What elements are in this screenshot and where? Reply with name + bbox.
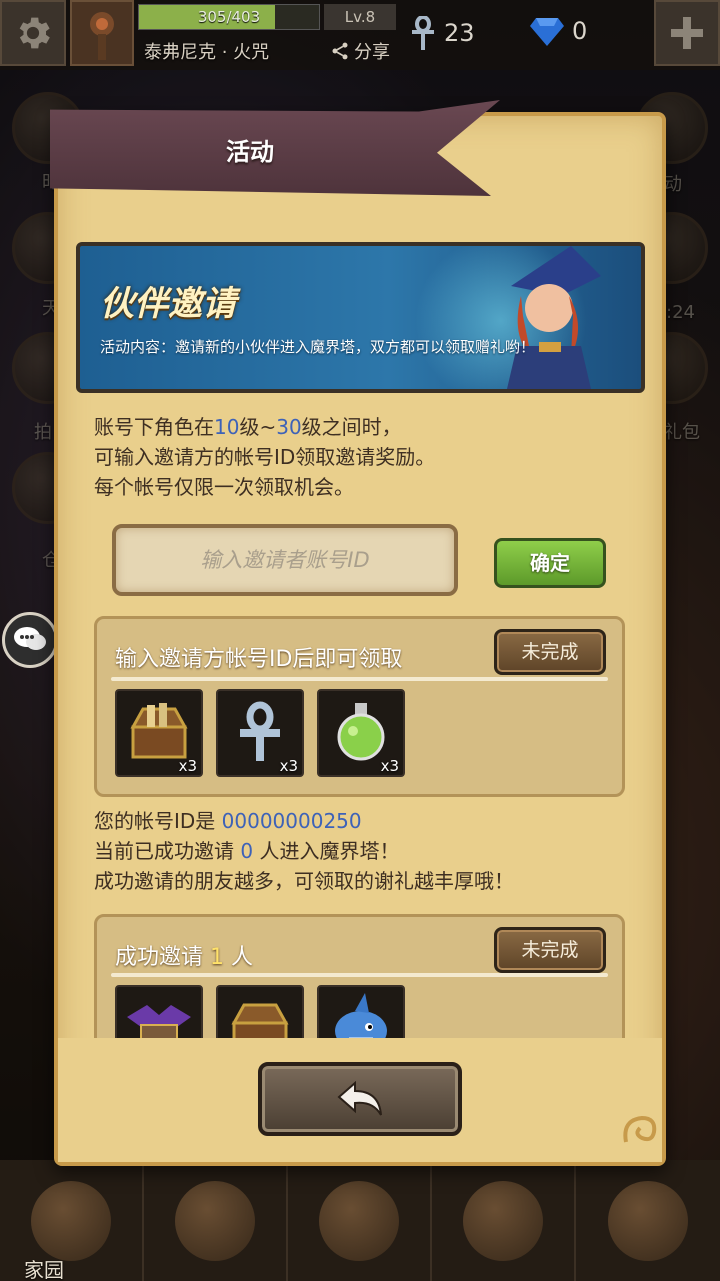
nav-target[interactable] bbox=[432, 1160, 576, 1281]
item-qty: x3 bbox=[279, 757, 298, 775]
divider bbox=[111, 677, 608, 681]
chat-button[interactable] bbox=[2, 612, 58, 668]
invite-count-line: 当前已成功邀请 0 人进入魔界塔！ bbox=[94, 839, 400, 863]
campfire-icon bbox=[31, 1180, 111, 1261]
back-button[interactable] bbox=[258, 1062, 462, 1136]
exp-bar: 305/403 bbox=[138, 4, 320, 30]
torch-avatar-icon bbox=[90, 12, 114, 60]
banner-title: 伙伴邀请 bbox=[100, 284, 236, 324]
return-arrow-icon bbox=[337, 1081, 382, 1116]
rules-line-2: 可输入邀请方的帐号ID领取邀请奖励。 bbox=[94, 445, 436, 469]
inviter-id-input-scroll bbox=[112, 524, 458, 596]
gem-currency: 0 bbox=[530, 16, 587, 46]
player-name: 泰弗尼克 · 火咒 bbox=[144, 42, 270, 63]
add-currency-button[interactable] bbox=[654, 0, 720, 66]
player-level: Lv.8 bbox=[324, 4, 396, 30]
confirm-button[interactable]: 确定 bbox=[494, 538, 606, 588]
gem-count: 0 bbox=[572, 17, 588, 45]
chat-icon bbox=[14, 627, 46, 650]
diamond-icon bbox=[530, 18, 564, 46]
event-rules: 账号下角色在10级~30级之间时， 可输入邀请方的帐号ID领取邀请奖励。 每个帐… bbox=[94, 412, 435, 502]
treasure-chest-icon bbox=[231, 1003, 289, 1038]
reward-item-3[interactable] bbox=[317, 985, 405, 1038]
banner-description: 活动内容：邀请新的小伙伴进入魔界塔，双方都可以领取赠礼哟！ bbox=[100, 338, 536, 356]
nav-home[interactable] bbox=[0, 1160, 144, 1281]
nav-hero[interactable] bbox=[144, 1160, 288, 1281]
reward-status-button[interactable]: 未完成 bbox=[494, 629, 606, 675]
bottom-nav bbox=[0, 1160, 720, 1281]
top-bar: 305/403 Lv.8 泰弗尼克 · 火咒 分享 23 0 bbox=[0, 0, 720, 70]
share-label: 分享 bbox=[354, 42, 390, 63]
share-button[interactable]: 分享 bbox=[330, 38, 390, 64]
reward-box-invitee: 输入邀请方帐号ID后即可领取 未完成 x3 x3 x3 bbox=[94, 616, 625, 797]
title-ribbon bbox=[50, 100, 500, 196]
witch-character-icon bbox=[507, 246, 601, 389]
invite-hint-line: 成功邀请的朋友越多，可领取的谢礼越丰厚哦！ bbox=[94, 869, 514, 893]
invite-info: 您的帐号ID是 00000000250 当前已成功邀请 0 人进入魔界塔！ 成功… bbox=[94, 806, 514, 896]
account-id-line: 您的帐号ID是 00000000250 bbox=[94, 809, 362, 833]
item-qty: x3 bbox=[380, 757, 399, 775]
plus-icon bbox=[671, 17, 703, 49]
shark-pet-icon bbox=[335, 993, 387, 1038]
target-icon bbox=[463, 1180, 543, 1261]
reward-item-1[interactable]: x3 bbox=[115, 689, 203, 777]
treasure-chest-icon bbox=[608, 1180, 688, 1261]
reward-item-1[interactable] bbox=[115, 985, 203, 1038]
rules-line-1: 账号下角色在10级~30级之间时， bbox=[94, 415, 402, 439]
reward-item-3[interactable]: x3 bbox=[317, 689, 405, 777]
swirl-ornament-icon bbox=[623, 1115, 657, 1143]
item-qty: x3 bbox=[178, 757, 197, 775]
share-icon bbox=[332, 42, 348, 60]
exp-text: 305/403 bbox=[197, 8, 261, 26]
ankh-icon bbox=[412, 16, 434, 50]
knight-helmet-icon bbox=[175, 1180, 255, 1261]
ankh-count: 23 bbox=[444, 19, 475, 47]
account-id-value: 00000000250 bbox=[221, 809, 362, 833]
settings-button[interactable] bbox=[0, 0, 66, 66]
player-avatar[interactable] bbox=[70, 0, 134, 66]
event-banner: 伙伴邀请 活动内容：邀请新的小伙伴进入魔界塔，双方都可以领取赠礼哟！ bbox=[76, 242, 645, 393]
reward-item-2[interactable]: x3 bbox=[216, 689, 304, 777]
reward-status-button[interactable]: 未完成 bbox=[494, 927, 606, 973]
inviter-id-input[interactable] bbox=[116, 528, 454, 592]
reward-scroll-area[interactable]: 成功邀请 1 人 未完成 bbox=[58, 912, 662, 1038]
reward-item-2[interactable] bbox=[216, 985, 304, 1038]
crossed-swords-icon bbox=[319, 1180, 399, 1261]
ankh-currency: 23 bbox=[410, 16, 475, 50]
reward-title: 成功邀请 1 人 bbox=[115, 945, 253, 970]
nav-treasure[interactable] bbox=[576, 1160, 720, 1281]
nav-home-label: 家园 bbox=[24, 1258, 64, 1281]
panel-title: 活动 bbox=[226, 138, 274, 166]
reward-title: 输入邀请方帐号ID后即可领取 bbox=[115, 647, 403, 672]
bat-crate-icon bbox=[127, 1005, 191, 1038]
gear-icon bbox=[19, 17, 50, 49]
divider bbox=[111, 973, 608, 977]
nav-battle[interactable] bbox=[288, 1160, 432, 1281]
rules-line-3: 每个帐号仅限一次领取机会。 bbox=[94, 475, 354, 499]
reward-box-invite-1: 成功邀请 1 人 未完成 bbox=[94, 914, 625, 1038]
